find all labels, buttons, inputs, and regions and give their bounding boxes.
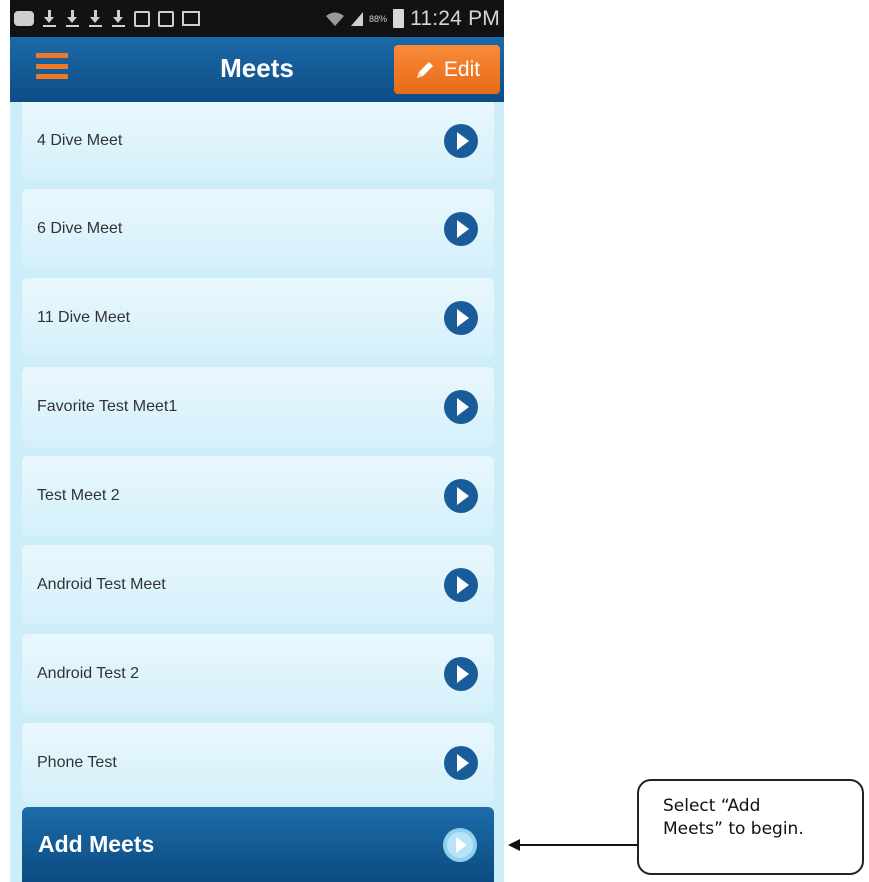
callout-text: Select “Add Meets” to begin. [663,796,804,839]
meet-name: Phone Test [37,754,117,771]
play-arrow-icon[interactable] [442,566,480,604]
play-arrow-icon[interactable] [442,477,480,515]
download-icon [88,9,103,28]
meet-list-item[interactable]: Android Test 2 [22,634,494,714]
status-bar: 88% 11:24 PM [10,0,504,37]
app-header: Meets Edit [10,37,504,102]
app-notification-icon [134,10,150,27]
pencil-icon [416,61,433,78]
battery-icon [393,9,405,28]
clock: 11:24 PM [410,6,500,30]
wifi-icon [326,12,345,26]
calendar-icon [158,10,174,27]
notification-icons [14,9,200,28]
play-arrow-icon [443,827,477,862]
meet-list-item[interactable]: Android Test Meet [22,545,494,625]
meets-list: 4 Dive Meet 6 Dive Meet 11 Dive Meet Favori… [22,102,494,812]
play-arrow-icon[interactable] [442,210,480,248]
meet-name: 6 Dive Meet [37,220,123,237]
meet-name: Android Test 2 [37,665,139,682]
add-meets-label: Add Meets [38,831,155,857]
meet-name: 4 Dive Meet [37,132,123,149]
play-arrow-icon[interactable] [442,122,480,160]
edit-button[interactable]: Edit [394,45,500,94]
download-icon [42,9,57,28]
image-icon [182,11,200,26]
meet-list-item[interactable]: 6 Dive Meet [22,189,494,269]
meet-list-item[interactable]: 11 Dive Meet [22,278,494,358]
play-arrow-icon[interactable] [442,655,480,693]
meet-list-item[interactable]: 4 Dive Meet [22,102,494,180]
instruction-callout: Select “Add Meets” to begin. [637,779,864,875]
signal-icon [351,11,364,26]
meet-list-item[interactable]: Phone Test [22,723,494,803]
edit-label: Edit [443,57,481,81]
play-arrow-icon[interactable] [442,388,480,426]
download-icon [65,9,80,28]
download-icon [111,9,126,28]
meet-list-item[interactable]: Favorite Test Meet1 [22,367,494,447]
add-meets-button[interactable]: Add Meets [22,807,494,882]
meet-name: Test Meet 2 [37,487,120,504]
meet-name: 11 Dive Meet [37,309,131,326]
meet-list-item[interactable]: Test Meet 2 [22,456,494,536]
message-icon [14,11,34,26]
callout-arrow [508,839,638,851]
battery-percent: 88% [369,13,388,24]
meet-name: Android Test Meet [37,576,166,593]
play-arrow-icon[interactable] [442,299,480,337]
meet-name: Favorite Test Meet1 [37,398,178,415]
play-arrow-icon[interactable] [442,744,480,782]
phone-screen: 88% 11:24 PM Meets Edit 4 Dive Meet 6 Div… [10,0,504,882]
